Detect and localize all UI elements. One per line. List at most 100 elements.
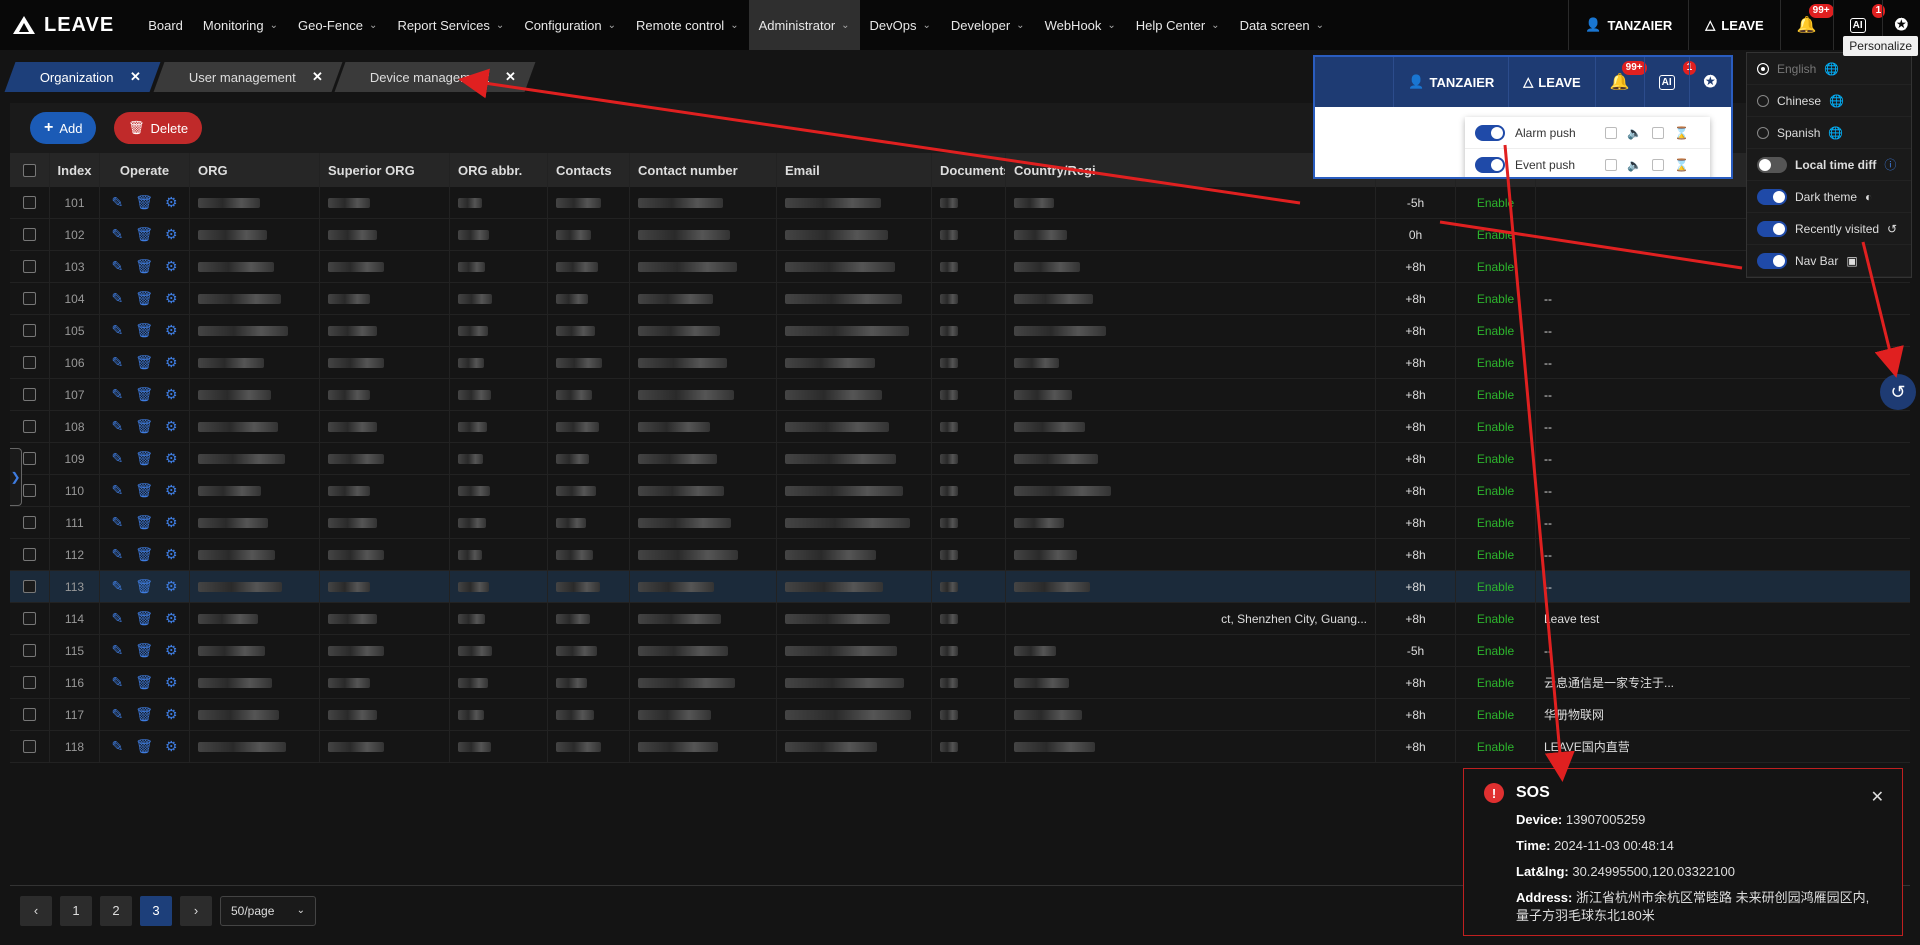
trash-icon[interactable]: 🗑 [135, 578, 153, 595]
trash-icon[interactable]: 🗑 [135, 482, 153, 499]
edit-icon[interactable]: ✎ [111, 642, 123, 659]
logo[interactable]: LEAVE [0, 0, 138, 50]
table-row[interactable]: 115 ✎ 🗑 ⚙ -5h Enable -- [10, 635, 1910, 667]
row-checkbox[interactable] [23, 420, 36, 433]
table-row[interactable]: 106 ✎ 🗑 ⚙ +8h Enable -- [10, 347, 1910, 379]
gear-icon[interactable]: ⚙ [165, 386, 178, 403]
menu-item-1[interactable]: Monitoring ⌄ [193, 0, 288, 50]
row-checkbox[interactable] [23, 196, 36, 209]
select-all[interactable] [10, 153, 50, 187]
gear-icon[interactable]: ⚙ [165, 578, 178, 595]
page-button[interactable]: 3 [140, 895, 172, 926]
trash-icon[interactable]: 🗑 [135, 706, 153, 723]
menu-item-4[interactable]: Configuration ⌄ [514, 0, 626, 50]
row-checkbox[interactable] [23, 484, 36, 497]
sidebar-toggle[interactable]: ❯ [10, 448, 22, 506]
trash-icon[interactable]: 🗑 [135, 610, 153, 627]
table-row[interactable]: 109 ✎ 🗑 ⚙ +8h Enable -- [10, 443, 1910, 475]
table-row[interactable]: 114 ✎ 🗑 ⚙ ct, Shenzhen City, Guang... +8h Enab… [10, 603, 1910, 635]
trash-icon[interactable]: 🗑 [135, 738, 153, 755]
gear-icon[interactable]: ⚙ [165, 482, 178, 499]
close-icon[interactable]: ✕ [130, 69, 141, 85]
row-select[interactable] [10, 379, 50, 410]
dark-theme-toggle[interactable] [1757, 188, 1787, 205]
trash-icon[interactable]: 🗑 [135, 226, 153, 243]
table-row[interactable]: 118 ✎ 🗑 ⚙ +8h Enable LEAVE国内直营 [10, 731, 1910, 763]
org-menu[interactable]: △ LEAVE [1688, 0, 1779, 50]
row-checkbox[interactable] [23, 324, 36, 337]
page-size-select[interactable]: 50/page ⌄ [220, 895, 316, 926]
row-checkbox[interactable] [23, 580, 36, 593]
event-push-toggle[interactable] [1475, 156, 1505, 173]
gear-icon[interactable]: ⚙ [165, 290, 178, 307]
edit-icon[interactable]: ✎ [111, 514, 123, 531]
row-select[interactable] [10, 219, 50, 250]
row-select[interactable] [10, 603, 50, 634]
popup-alarm[interactable]: 🔔 99+ [1594, 57, 1647, 107]
edit-icon[interactable]: ✎ [111, 482, 123, 499]
menu-item-0[interactable]: Board [138, 0, 193, 50]
col-contacts[interactable]: Contacts [548, 153, 630, 187]
edit-icon[interactable]: ✎ [111, 706, 123, 723]
prev-page-button[interactable]: ‹ [20, 895, 52, 926]
trash-icon[interactable]: 🗑 [135, 322, 153, 339]
trash-icon[interactable]: 🗑 [135, 418, 153, 435]
alarm-sound-checkbox[interactable] [1651, 126, 1664, 139]
row-checkbox[interactable] [23, 228, 36, 241]
col-contact-number[interactable]: Contact number [630, 153, 777, 187]
radio-english[interactable] [1757, 62, 1769, 75]
edit-icon[interactable]: ✎ [111, 354, 123, 371]
gear-icon[interactable]: ⚙ [165, 674, 178, 691]
row-select[interactable] [10, 347, 50, 378]
page-button[interactable]: 1 [60, 895, 92, 926]
gear-icon[interactable]: ⚙ [165, 450, 178, 467]
local-time-diff-toggle[interactable] [1757, 156, 1787, 173]
edit-icon[interactable]: ✎ [111, 226, 123, 243]
edit-icon[interactable]: ✎ [111, 674, 123, 691]
row-select[interactable] [10, 667, 50, 698]
recently-visited-toggle[interactable] [1757, 220, 1787, 237]
popup-ai[interactable]: AI 1 [1643, 57, 1697, 107]
table-row[interactable]: 110 ✎ 🗑 ⚙ +8h Enable -- [10, 475, 1910, 507]
gear-icon[interactable]: ⚙ [165, 546, 178, 563]
row-select[interactable] [10, 283, 50, 314]
col-abbr[interactable]: ORG abbr. [450, 153, 548, 187]
gear-icon[interactable]: ⚙ [165, 418, 178, 435]
recently-visited-button[interactable]: ↺ [1880, 374, 1916, 410]
row-checkbox[interactable] [23, 708, 36, 721]
alarm-push-toggle[interactable] [1475, 124, 1505, 141]
edit-icon[interactable]: ✎ [111, 194, 123, 211]
col-superior[interactable]: Superior ORG [320, 153, 450, 187]
table-row[interactable]: 111 ✎ 🗑 ⚙ +8h Enable -- [10, 507, 1910, 539]
trash-icon[interactable]: 🗑 [135, 674, 153, 691]
gear-icon[interactable]: ⚙ [165, 610, 178, 627]
row-select[interactable] [10, 315, 50, 346]
speaker-icon[interactable]: 🔈 [1627, 126, 1642, 140]
row-select[interactable] [10, 507, 50, 538]
close-icon[interactable]: ✕ [506, 69, 517, 85]
lang-spanish[interactable]: Spanish 🌐 [1747, 117, 1911, 149]
radio-spanish[interactable] [1757, 126, 1769, 139]
row-checkbox[interactable] [23, 676, 36, 689]
edit-icon[interactable]: ✎ [111, 450, 123, 467]
row-checkbox[interactable] [23, 260, 36, 273]
speaker-icon[interactable]: 🔈 [1627, 158, 1642, 172]
row-select[interactable] [10, 411, 50, 442]
row-checkbox[interactable] [23, 644, 36, 657]
table-row[interactable]: 105 ✎ 🗑 ⚙ +8h Enable -- [10, 315, 1910, 347]
select-all-checkbox[interactable] [23, 163, 36, 177]
edit-icon[interactable]: ✎ [111, 738, 123, 755]
close-icon[interactable]: ✕ [1871, 787, 1884, 807]
tab-1[interactable]: User management ✕ [153, 62, 342, 92]
table-row[interactable]: 102 ✎ 🗑 ⚙ 0h Enable [10, 219, 1910, 251]
gear-icon[interactable]: ⚙ [165, 354, 178, 371]
gear-icon[interactable]: ⚙ [165, 226, 178, 243]
trash-icon[interactable]: 🗑 [135, 354, 153, 371]
delete-button[interactable]: 🗑 Delete [114, 112, 203, 144]
menu-item-9[interactable]: WebHook ⌄ [1035, 0, 1126, 50]
table-row[interactable]: 107 ✎ 🗑 ⚙ +8h Enable -- [10, 379, 1910, 411]
gear-icon[interactable]: ⚙ [165, 706, 178, 723]
gear-icon[interactable]: ⚙ [165, 258, 178, 275]
trash-icon[interactable]: 🗑 [135, 514, 153, 531]
table-row[interactable]: 112 ✎ 🗑 ⚙ +8h Enable -- [10, 539, 1910, 571]
